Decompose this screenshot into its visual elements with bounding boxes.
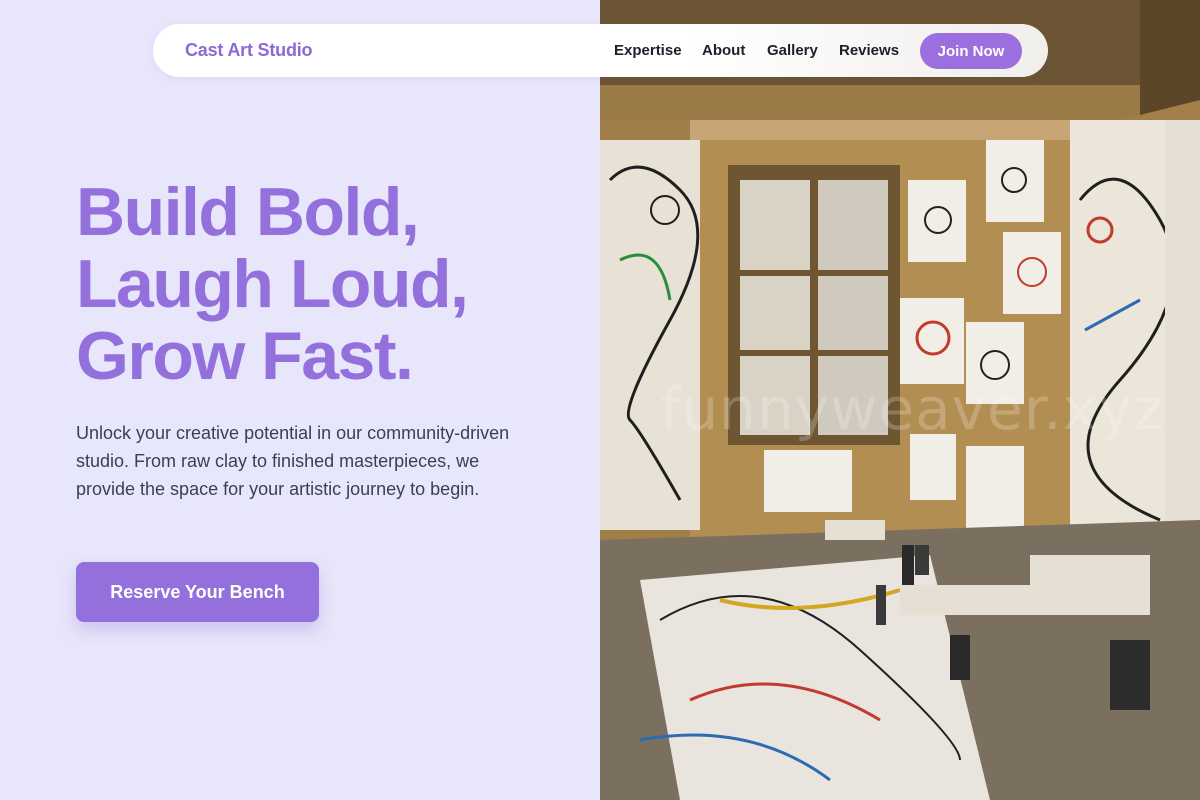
- studio-photo: [600, 0, 1200, 800]
- headline-line-3: Grow Fast.: [76, 318, 414, 394]
- nav-link-expertise[interactable]: Expertise: [614, 42, 682, 59]
- top-navigation-bar: Cast Art Studio Expertise About Gallery …: [153, 24, 1048, 77]
- studio-photo-art: [600, 0, 1200, 800]
- nav-link-reviews[interactable]: Reviews: [839, 42, 899, 59]
- nav-link-about[interactable]: About: [702, 42, 745, 59]
- headline-line-1: Build Bold,: [76, 174, 420, 250]
- hero-description: Unlock your creative potential in our co…: [76, 423, 510, 499]
- headline-line-2: Laugh Loud,: [76, 246, 469, 322]
- nav-link-gallery[interactable]: Gallery: [767, 42, 818, 59]
- join-now-button[interactable]: Join Now: [920, 33, 1022, 69]
- reserve-bench-button[interactable]: Reserve Your Bench: [76, 562, 319, 622]
- hero-left-panel: [0, 0, 600, 800]
- brand-logo-text[interactable]: Cast Art Studio: [185, 40, 313, 61]
- hero-headline: Build Bold, Laugh Loud, Grow Fast.: [76, 176, 576, 392]
